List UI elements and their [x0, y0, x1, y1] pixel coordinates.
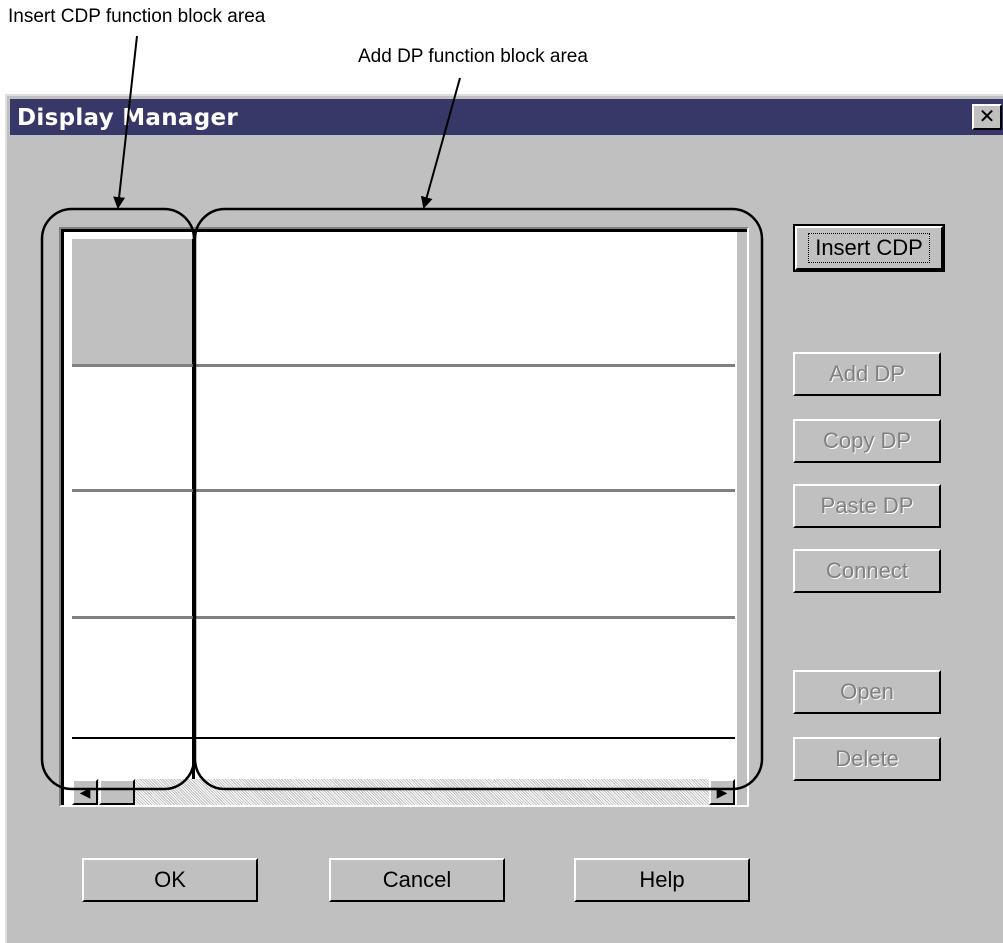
help-button[interactable]: Help — [574, 858, 750, 902]
connect-button[interactable]: Connect — [793, 549, 941, 593]
dp-row[interactable] — [195, 492, 735, 616]
open-button[interactable]: Open — [793, 670, 941, 714]
ok-label: OK — [154, 867, 186, 892]
grid-body: ◀ ▶ — [61, 229, 747, 805]
ok-button[interactable]: OK — [82, 858, 258, 902]
dp-row[interactable] — [195, 239, 735, 363]
cdp-header-cell — [72, 239, 192, 367]
dp-area-callout: Add DP function block area — [358, 46, 588, 67]
cdp-area-callout: Insert CDP function block area — [8, 6, 266, 27]
cancel-button[interactable]: Cancel — [329, 858, 505, 902]
display-manager-dialog: Display Manager ✕ ◀ ▶ Insert CDP Add DP … — [5, 94, 1003, 943]
title-bar: Display Manager ✕ — [10, 99, 1003, 135]
row-divider — [72, 737, 735, 739]
horizontal-scrollbar[interactable]: ◀ ▶ — [72, 779, 735, 805]
copy-dp-label: Copy DP — [822, 428, 912, 453]
insert-cdp-label: Insert CDP — [808, 233, 930, 263]
open-label: Open — [840, 679, 894, 704]
scroll-right-button[interactable]: ▶ — [709, 779, 735, 805]
paste-dp-label: Paste DP — [820, 493, 914, 518]
insert-cdp-button[interactable]: Insert CDP — [793, 224, 945, 272]
function-block-grid[interactable]: ◀ ▶ — [59, 227, 749, 807]
cancel-label: Cancel — [382, 867, 452, 892]
close-icon: ✕ — [978, 104, 996, 128]
add-dp-label: Add DP — [829, 361, 905, 386]
grid-right-edge — [737, 232, 747, 805]
copy-dp-button[interactable]: Copy DP — [793, 419, 941, 463]
connect-label: Connect — [826, 558, 908, 583]
delete-button[interactable]: Delete — [793, 737, 941, 781]
arrow-left-icon: ◀ — [79, 784, 91, 800]
cdp-column[interactable] — [72, 239, 195, 805]
paste-dp-button[interactable]: Paste DP — [793, 484, 941, 528]
delete-label: Delete — [835, 746, 899, 771]
help-label: Help — [639, 867, 685, 892]
arrow-right-icon: ▶ — [716, 784, 728, 800]
add-dp-button[interactable]: Add DP — [793, 352, 941, 396]
scroll-left-button[interactable]: ◀ — [72, 779, 98, 805]
scroll-thumb[interactable] — [99, 779, 135, 805]
window-title: Display Manager — [17, 105, 239, 131]
dp-row[interactable] — [195, 619, 735, 737]
dp-row[interactable] — [195, 367, 735, 489]
close-button[interactable]: ✕ — [972, 104, 1002, 130]
